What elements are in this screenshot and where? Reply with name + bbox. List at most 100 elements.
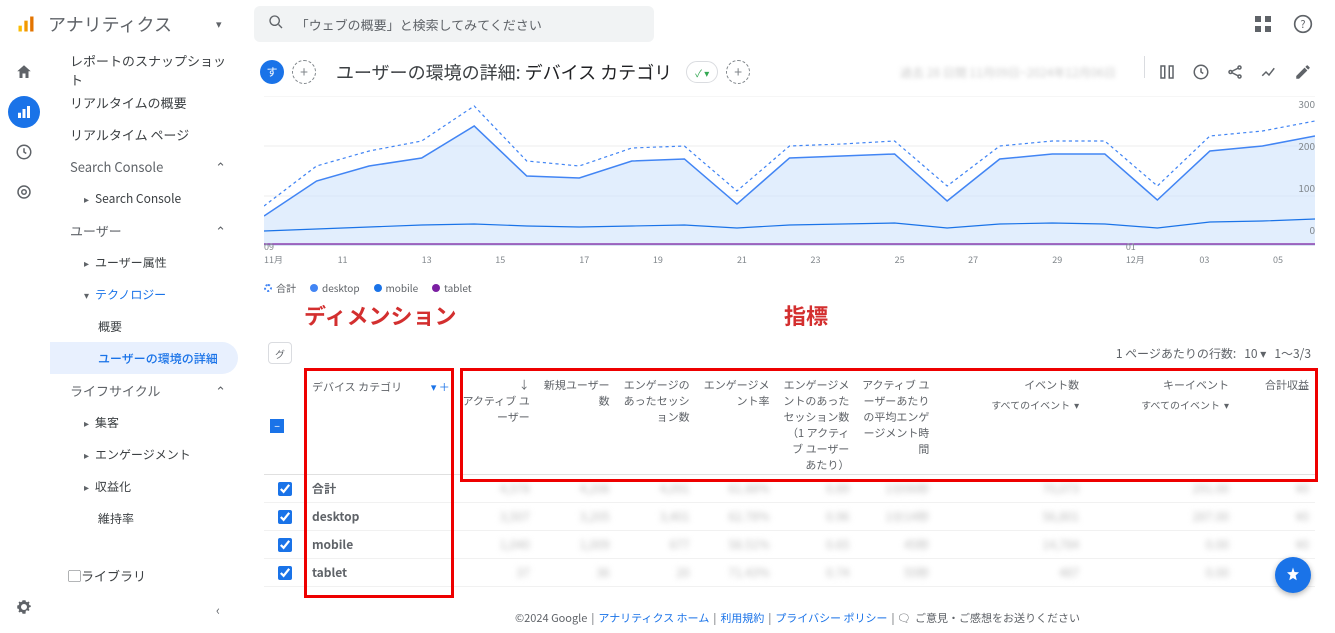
- metric-cell: 0.74: [776, 564, 856, 581]
- metric-cell: 1,040: [456, 536, 536, 553]
- row-checkbox[interactable]: [278, 538, 292, 552]
- metric-cell: 71.43%: [696, 564, 776, 581]
- rail-home-icon[interactable]: [8, 56, 40, 88]
- nav-search-console-section[interactable]: Search Console⌃: [50, 150, 238, 182]
- metric-cell: 3,205: [536, 508, 616, 525]
- customize-icon[interactable]: [1151, 56, 1183, 88]
- highlight-box-dimension: [304, 368, 454, 598]
- timeseries-chart: 3002001000 0911月111315171921232527290112…: [264, 96, 1315, 276]
- search-input[interactable]: 「ウェブの概要」と検索してみてください: [254, 6, 654, 42]
- svg-text:?: ?: [1300, 16, 1305, 32]
- metric-cell: ¥0: [1235, 480, 1315, 497]
- nav-realtime-overview[interactable]: リアルタイムの概要: [50, 86, 238, 118]
- highlight-box-metrics: [460, 368, 1318, 482]
- chevron-up-icon: ⌃: [215, 381, 226, 400]
- metric-cell: 58.51%: [696, 536, 776, 553]
- nav-lifecycle-section[interactable]: ライフサイクル⌃: [50, 374, 238, 406]
- footer-privacy-link[interactable]: プライバシー ポリシー: [775, 610, 887, 626]
- metric-cell: 1分14秒: [855, 508, 935, 525]
- segment-add-button[interactable]: +: [292, 60, 316, 84]
- metric-cell: 0.89: [776, 480, 856, 497]
- metric-cell: 56,801: [935, 508, 1085, 525]
- insights-icon[interactable]: [1185, 56, 1217, 88]
- page-title: ユーザーの環境の詳細: デバイス カテゴリ: [336, 59, 672, 85]
- nav-library[interactable]: ▢ ライブラリ: [48, 559, 244, 591]
- metric-cell: 0.96: [776, 508, 856, 525]
- property-selector[interactable]: ​▾: [210, 16, 222, 32]
- status-check-pill[interactable]: ✓ ▾: [686, 61, 718, 83]
- nav-retention[interactable]: 維持率: [50, 502, 238, 534]
- metric-cell: ¥0: [1235, 508, 1315, 525]
- segment-all-pill[interactable]: す: [260, 60, 284, 84]
- footer-tos-link[interactable]: 利用規約: [720, 610, 764, 626]
- footer: ©2024 Google | アナリティクス ホーム | 利用規約 | プライバ…: [260, 603, 1335, 633]
- insights-fab[interactable]: [1275, 557, 1311, 593]
- metric-cell: 45秒: [855, 536, 935, 553]
- metric-cell: 20: [616, 564, 696, 581]
- metric-cell: 487: [935, 564, 1085, 581]
- share-icon[interactable]: [1219, 56, 1251, 88]
- collapse-sidebar-icon[interactable]: ‹: [202, 593, 234, 625]
- row-checkbox[interactable]: [278, 482, 292, 496]
- metric-cell: 3,507: [456, 508, 536, 525]
- rows-per-page-select[interactable]: 10 ▾: [1244, 345, 1266, 362]
- edit-icon[interactable]: [1287, 56, 1319, 88]
- apps-icon[interactable]: [1247, 8, 1279, 40]
- chevron-up-icon: ⌃: [215, 221, 226, 240]
- comparison-add-button[interactable]: +: [726, 60, 750, 84]
- app-title: アナリティクス: [48, 11, 172, 37]
- metric-cell: 4,578: [456, 480, 536, 497]
- analytics-logo: [16, 14, 36, 34]
- metric-cell: 0.65: [776, 536, 856, 553]
- rows-per-page-label: 1 ページあたりの行数:: [1116, 345, 1236, 362]
- metric-cell: 4,091: [616, 480, 696, 497]
- footer-home-link[interactable]: アナリティクス ホーム: [598, 610, 709, 626]
- rail-settings-icon[interactable]: [8, 591, 40, 623]
- metric-cell: 0.00: [1085, 536, 1235, 553]
- data-table: − デバイス カテゴリ▾ ＋ ↓ アクティブ ユーザー 新規ユーザー数 エンゲー…: [264, 371, 1315, 587]
- nav-snapshot[interactable]: レポートのスナップショット: [50, 54, 238, 86]
- date-range-picker[interactable]: 過去 28 日間 11月09日~2024年12月06日: [900, 64, 1116, 81]
- metric-cell: 62.78%: [696, 508, 776, 525]
- metric-cell: 37: [456, 564, 536, 581]
- nav-tech-detail[interactable]: ユーザーの環境の詳細: [50, 342, 238, 374]
- trend-icon[interactable]: [1253, 56, 1285, 88]
- annotation-metrics: 指標: [784, 299, 828, 331]
- metric-cell: 70,073: [935, 480, 1085, 497]
- metric-cell: ¥0: [1235, 536, 1315, 553]
- rail-reports-icon[interactable]: [8, 96, 40, 128]
- metric-cell: 3,401: [616, 508, 696, 525]
- nav-acquisition[interactable]: 集客: [50, 406, 238, 438]
- search-placeholder: 「ウェブの概要」と検索してみてください: [296, 15, 542, 34]
- chart-type-toggle[interactable]: グ: [268, 342, 292, 364]
- chevron-up-icon: ⌃: [215, 157, 226, 176]
- row-checkbox[interactable]: [278, 510, 292, 524]
- metric-cell: 36: [536, 564, 616, 581]
- row-checkbox[interactable]: [278, 566, 292, 580]
- metric-cell: 61.88%: [696, 480, 776, 497]
- help-icon[interactable]: ?: [1287, 8, 1319, 40]
- metric-cell: 1分06秒: [855, 480, 935, 497]
- metric-cell: 1,009: [536, 536, 616, 553]
- nav-user-attributes[interactable]: ユーザー属性: [50, 246, 238, 278]
- metric-cell: 677: [616, 536, 696, 553]
- search-icon: [268, 14, 284, 34]
- nav-search-console[interactable]: Search Console: [50, 182, 238, 214]
- nav-technology[interactable]: テクノロジー: [50, 278, 238, 310]
- nav-tech-overview[interactable]: 概要: [50, 310, 238, 342]
- metric-cell: 55秒: [855, 564, 935, 581]
- nav-realtime-pages[interactable]: リアルタイム ページ: [50, 118, 238, 150]
- nav-engagement[interactable]: エンゲージメント: [50, 438, 238, 470]
- metric-cell: 4,206: [536, 480, 616, 497]
- metric-cell: 287.00: [1085, 508, 1235, 525]
- metric-cell: 0.00: [1085, 564, 1235, 581]
- annotation-dimension: ディメンション: [304, 299, 456, 331]
- metric-cell: 14,784: [935, 536, 1085, 553]
- rail-ads-icon[interactable]: [8, 176, 40, 208]
- select-all-checkbox[interactable]: −: [270, 419, 284, 433]
- rail-explore-icon[interactable]: [8, 136, 40, 168]
- metric-cell: 291.00: [1085, 480, 1235, 497]
- pagination-range: 1～3/3: [1274, 345, 1311, 362]
- nav-monetization[interactable]: 収益化: [50, 470, 238, 502]
- nav-user-section[interactable]: ユーザー⌃: [50, 214, 238, 246]
